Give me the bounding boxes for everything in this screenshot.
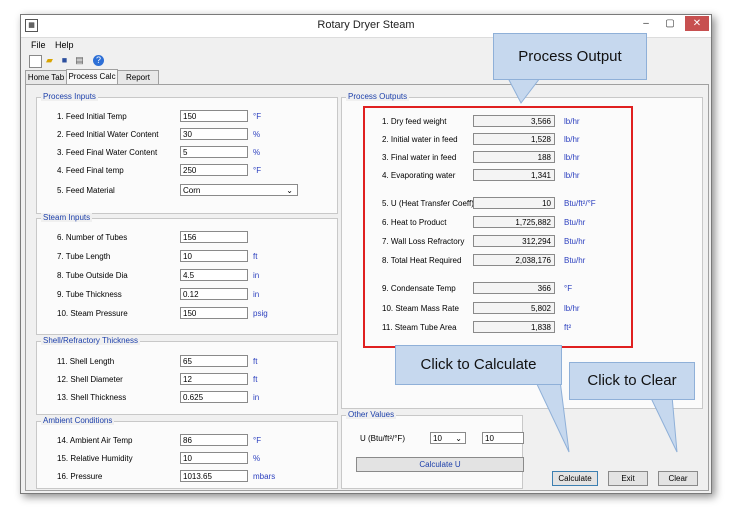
- calculate-arrow: [534, 379, 570, 453]
- process-output-arrow: [507, 77, 542, 104]
- clear-arrow: [649, 395, 678, 453]
- click-clear-callout: Click to Clear: [569, 362, 695, 400]
- click-calculate-callout: Click to Calculate: [395, 345, 562, 385]
- process-output-callout: Process Output: [493, 33, 647, 80]
